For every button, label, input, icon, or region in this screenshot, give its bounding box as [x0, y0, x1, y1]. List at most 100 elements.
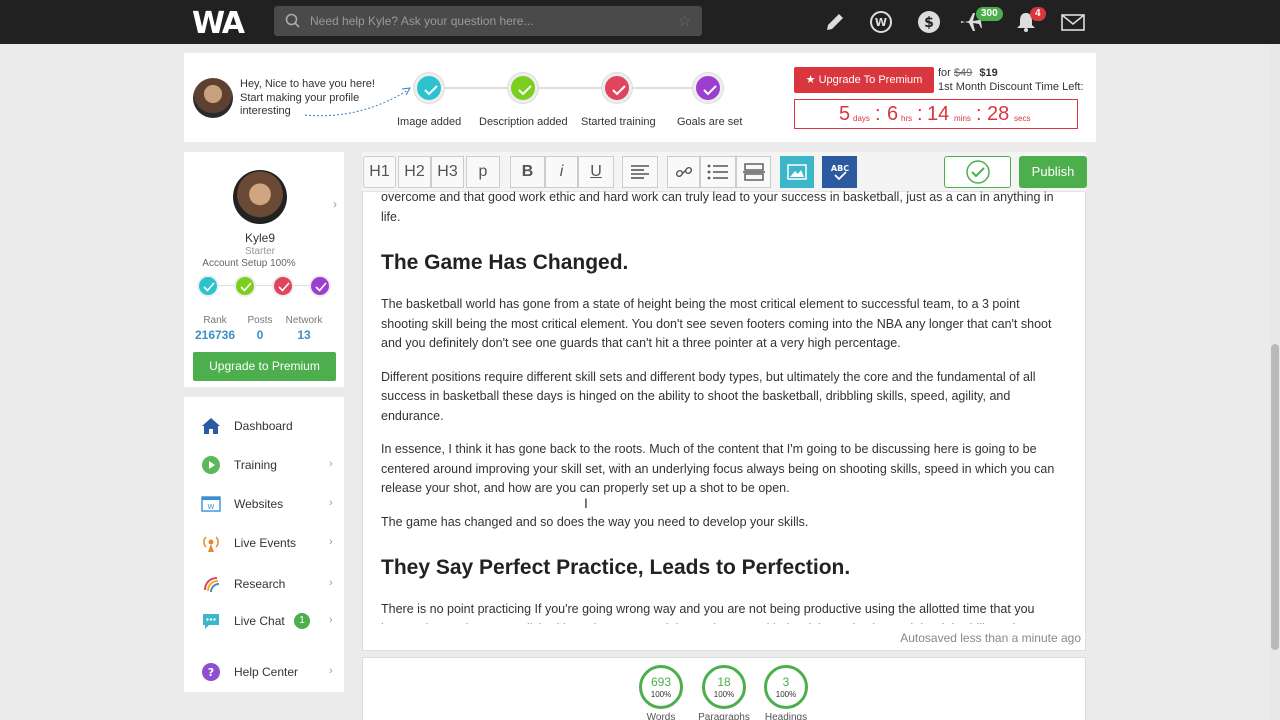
- home-icon: [202, 418, 220, 434]
- paragraph: overcome and that good work ethic and ha…: [381, 190, 1054, 224]
- sidebar-item-label: Research: [234, 577, 286, 591]
- heading-count-value: 3: [782, 675, 790, 689]
- chevron-right-icon: ›: [329, 458, 333, 470]
- old-price: $49: [953, 67, 973, 79]
- mini-step-training: [272, 275, 294, 297]
- checkmark-icon: [278, 282, 290, 292]
- dollar-icon[interactable]: $: [917, 10, 941, 34]
- image-icon: [787, 164, 807, 180]
- svg-text:W: W: [875, 16, 887, 29]
- link-icon: [675, 166, 692, 178]
- bold-button[interactable]: B: [510, 156, 545, 188]
- bullet-list-button[interactable]: [700, 156, 736, 188]
- chat-bubble-icon: [203, 614, 219, 629]
- align-button[interactable]: [622, 156, 658, 188]
- sidebar-item-label: Live Chat: [234, 614, 285, 628]
- chevron-right-icon: ›: [329, 536, 333, 548]
- step-label: Goals are set: [677, 116, 743, 128]
- page-break-button[interactable]: [736, 156, 771, 188]
- word-count-label: Words: [646, 712, 676, 720]
- section-heading: The Game Has Changed.: [381, 251, 629, 274]
- underline-button[interactable]: U: [578, 156, 614, 188]
- italic-button[interactable]: i: [545, 156, 578, 188]
- countdown-timer: 5 days : 6 hrs : 14 mins : 28 secs: [794, 99, 1078, 129]
- upgrade-label: Upgrade To Premium: [818, 74, 923, 86]
- sidebar-item-live-events[interactable]: Live Events ›: [184, 525, 344, 561]
- sidebar-item-help-center[interactable]: ? Help Center ›: [184, 654, 344, 690]
- notification-badge: 4: [1030, 7, 1046, 21]
- step-label: Image added: [397, 116, 462, 128]
- heading2-button[interactable]: H2: [398, 156, 431, 188]
- checkmark-icon: [424, 85, 438, 96]
- heading-count-percent: 100%: [775, 690, 797, 699]
- upgrade-premium-button[interactable]: ★ Upgrade To Premium: [794, 67, 934, 93]
- write-pencil-icon[interactable]: [823, 10, 847, 34]
- paragraph-count-value: 18: [717, 675, 731, 689]
- mini-steps-connector: [214, 285, 316, 286]
- timer-colon: :: [917, 103, 923, 125]
- checkmark-icon: [703, 85, 717, 96]
- stat-label-network: Network: [285, 315, 323, 326]
- spellcheck-button[interactable]: ABC: [822, 156, 857, 188]
- mini-step-goals: [309, 275, 331, 297]
- wealthy-affiliate-logo[interactable]: WA: [192, 6, 245, 41]
- discount-text: 1st Month Discount Time Left:: [938, 81, 1084, 93]
- paragraph-count-circle: 18 100%: [702, 665, 746, 709]
- username[interactable]: Kyle9: [184, 231, 336, 245]
- sidebar-item-dashboard[interactable]: Dashboard: [184, 408, 344, 444]
- checkmark-icon: [315, 282, 327, 292]
- checkmark-icon: [612, 85, 626, 96]
- avatar[interactable]: [233, 170, 287, 224]
- scrollbar-thumb[interactable]: [1271, 344, 1279, 650]
- publish-button[interactable]: Publish: [1019, 156, 1087, 188]
- sidebar-upgrade-button[interactable]: Upgrade to Premium: [193, 352, 336, 381]
- link-button[interactable]: [667, 156, 700, 188]
- insert-image-button[interactable]: [780, 156, 814, 188]
- svg-text:?: ?: [208, 666, 214, 679]
- chevron-right-icon: ›: [329, 614, 333, 626]
- heading-count-circle: 3 100%: [764, 665, 808, 709]
- sidebar-item-label: Help Center: [234, 665, 299, 679]
- price-offer: for $49 $19: [938, 67, 998, 79]
- checkmark-icon: [240, 282, 252, 292]
- step-description-added: [508, 73, 538, 103]
- checkmark-icon: [518, 85, 532, 96]
- step-image-added: [414, 73, 444, 103]
- sidebar-item-live-chat[interactable]: Live Chat 1 ›: [184, 603, 344, 639]
- check-circle-icon: [966, 160, 990, 184]
- autosave-status: Autosaved less than a minute ago: [900, 631, 1081, 645]
- stat-value-network[interactable]: 13: [287, 328, 321, 342]
- chevron-right-icon[interactable]: ›: [333, 197, 337, 211]
- wa-community-icon[interactable]: W: [869, 10, 893, 34]
- sidebar-item-training[interactable]: Training ›: [184, 447, 344, 483]
- stat-value-posts[interactable]: 0: [243, 328, 277, 342]
- editor-content[interactable]: overcome and that good work ethic and ha…: [381, 188, 1065, 624]
- chevron-right-icon: ›: [329, 665, 333, 677]
- search-input[interactable]: [310, 10, 650, 32]
- spellcheck-abc-icon: ABC: [830, 164, 849, 181]
- avatar[interactable]: [193, 78, 233, 118]
- timer-mins-unit: mins: [954, 114, 971, 123]
- account-setup-text: Account Setup 100%: [202, 258, 296, 269]
- sidebar-item-research[interactable]: Research ›: [184, 566, 344, 602]
- stat-value-rank[interactable]: 216736: [192, 328, 238, 342]
- timer-colon: :: [875, 103, 881, 125]
- website-icon: W: [201, 496, 221, 512]
- stat-label-rank: Rank: [203, 315, 227, 326]
- sidebar-item-label: Live Events: [234, 536, 297, 550]
- sidebar-item-label: Training: [234, 458, 277, 472]
- sidebar-item-label: Websites: [234, 497, 284, 511]
- mail-envelope-icon[interactable]: [1061, 10, 1085, 34]
- heading1-button[interactable]: H1: [363, 156, 396, 188]
- play-icon: [202, 456, 220, 474]
- step-goals-set: [693, 73, 723, 103]
- star-icon: ★: [805, 74, 816, 86]
- paragraph: The basketball world has gone from a sta…: [381, 297, 1052, 350]
- star-icon[interactable]: ☆: [678, 11, 692, 31]
- heading3-button[interactable]: H3: [431, 156, 464, 188]
- mini-step-description: [234, 275, 256, 297]
- sidebar-item-websites[interactable]: W Websites ›: [184, 486, 344, 522]
- paragraph-button[interactable]: p: [466, 156, 500, 188]
- svg-text:$: $: [924, 15, 934, 31]
- save-check-button[interactable]: [944, 156, 1011, 188]
